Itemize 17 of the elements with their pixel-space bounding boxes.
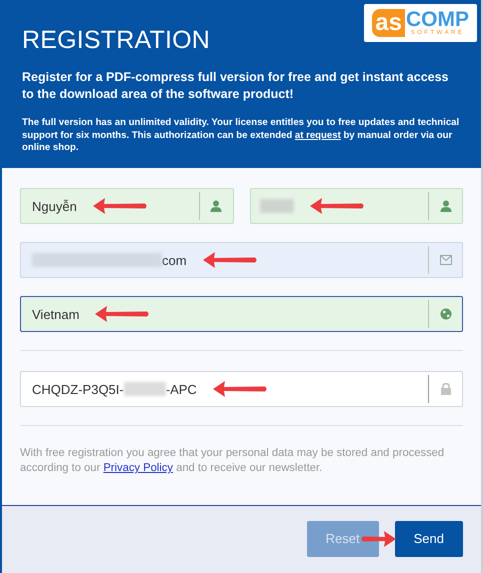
envelope-icon (440, 254, 452, 266)
globe-icon (440, 308, 452, 320)
send-button[interactable]: Send (394, 520, 463, 556)
input-field[interactable]: Vietnam (20, 296, 463, 332)
input-field[interactable] (250, 188, 463, 224)
input-field[interactable]: com (20, 242, 463, 278)
consent-text: With free registration you agree that your personal data may be stored and processed according to our Privacy Policy and to receive our newsletter. (20, 446, 446, 476)
person-icon (440, 200, 452, 212)
input-field[interactable]: CHQDZ-P3Q5I- -APC (20, 371, 463, 407)
dialog-title: REGISTRATION (22, 26, 210, 55)
request-link[interactable]: at request (294, 130, 341, 140)
intro-text: Register for a PDF-compress full version for free and get instant access to the download area of the software product! (22, 69, 450, 103)
person-icon (210, 200, 222, 212)
lock-icon (440, 382, 452, 396)
license-note: The full version has an unlimited validity. Your license entitles you to free updates and technical support for six months. This authorization can be extended at request by manual order via our online shop. (22, 117, 460, 154)
privacy-policy-link[interactable]: Privacy Policy (103, 462, 173, 474)
input-field[interactable]: Nguyễn (20, 188, 234, 224)
